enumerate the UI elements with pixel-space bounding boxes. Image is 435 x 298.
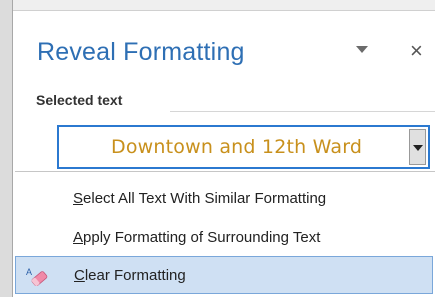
pane-border bbox=[12, 0, 13, 297]
chevron-down-icon bbox=[413, 145, 423, 151]
menu-item-label: Select All Text With Similar Formatting bbox=[73, 190, 327, 207]
menu-item-select-similar[interactable]: Select All Text With Similar Formatting bbox=[15, 180, 433, 218]
close-icon[interactable]: × bbox=[410, 38, 423, 64]
menu-item-apply-surrounding[interactable]: Apply Formatting of Surrounding Text bbox=[15, 219, 433, 257]
chevron-down-icon[interactable] bbox=[356, 46, 368, 53]
menu-item-label: Clear Formatting bbox=[74, 267, 186, 284]
window-shadow bbox=[0, 0, 12, 297]
selected-text-sample: Downtown and 12th Ward bbox=[111, 136, 363, 158]
dropdown-button[interactable] bbox=[409, 129, 426, 165]
section-label: Selected text bbox=[36, 92, 123, 108]
menu-item-clear-formatting[interactable]: A Clear Formatting bbox=[15, 256, 433, 294]
pane-title: Reveal Formatting bbox=[37, 38, 245, 66]
pane-top-border bbox=[13, 0, 435, 11]
menu-item-label: Apply Formatting of Surrounding Text bbox=[73, 229, 321, 246]
section-divider bbox=[170, 111, 435, 112]
dropdown-menu: Select All Text With Similar Formatting … bbox=[15, 171, 435, 298]
eraser-icon: A bbox=[26, 267, 48, 286]
svg-text:A: A bbox=[26, 267, 32, 277]
selected-text-dropdown[interactable]: Downtown and 12th Ward bbox=[57, 125, 430, 169]
